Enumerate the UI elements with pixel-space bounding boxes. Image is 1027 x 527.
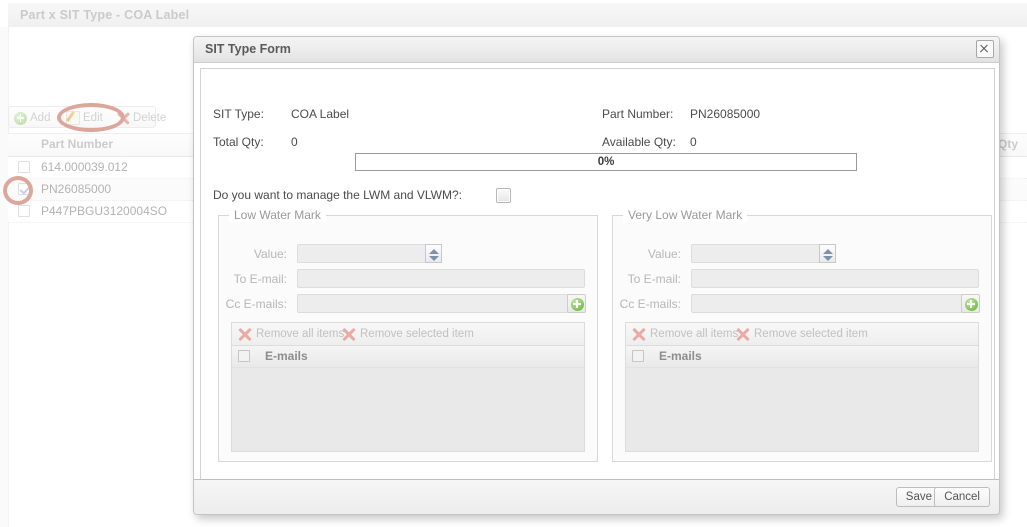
sit-type-form-dialog: SIT Type Form SIT Type: COA Label Total … xyxy=(193,36,1000,515)
vlwm-grid-body xyxy=(626,367,978,451)
lwm-column-header-emails: E-mails xyxy=(265,349,308,363)
progress-bar-label: 0% xyxy=(597,156,615,168)
remove-x-icon xyxy=(736,327,750,341)
vlwm-column-header-emails: E-mails xyxy=(659,349,702,363)
dialog-title: SIT Type Form xyxy=(205,42,291,56)
chevron-up-icon xyxy=(823,249,833,254)
total-qty-value: 0 xyxy=(291,135,298,149)
low-water-mark-fieldset: Low Water Mark Value: To E-mail: Cc E-ma… xyxy=(218,208,598,462)
very-low-water-mark-fieldset: Very Low Water Mark Value: To E-mail: Cc… xyxy=(612,208,992,462)
sit-type-value: COA Label xyxy=(291,107,350,121)
vlwm-remove-selected-label: Remove selected item xyxy=(754,328,868,340)
vlwm-remove-selected-item-button[interactable]: Remove selected item xyxy=(736,326,868,342)
vlwm-cc-emails-label: Cc E-mails: xyxy=(619,297,681,311)
lwm-value-stepper[interactable] xyxy=(425,244,442,263)
progress-bar: 0% xyxy=(355,153,857,171)
lwm-emails-grid: Remove all items Remove selected item E-… xyxy=(231,322,585,452)
lwm-to-email-input[interactable] xyxy=(297,269,585,288)
chevron-down-icon xyxy=(823,256,833,261)
vlwm-remove-all-label: Remove all items xyxy=(650,328,739,340)
remove-x-icon xyxy=(342,327,356,341)
lwm-value-input[interactable] xyxy=(297,244,442,263)
lwm-remove-all-items-button[interactable]: Remove all items xyxy=(238,326,344,342)
sit-type-label: SIT Type: xyxy=(213,107,264,121)
vlwm-value-input[interactable] xyxy=(691,244,836,263)
plus-icon xyxy=(570,297,584,311)
vlwm-to-email-input[interactable] xyxy=(691,269,979,288)
vlwm-remove-all-items-button[interactable]: Remove all items xyxy=(632,326,738,342)
lwm-cc-emails-input[interactable] xyxy=(297,294,585,313)
remove-x-icon xyxy=(238,327,252,341)
total-qty-label: Total Qty: xyxy=(213,135,264,149)
lwm-remove-all-label: Remove all items xyxy=(256,328,345,340)
vlwm-value-stepper[interactable] xyxy=(819,244,836,263)
chevron-down-icon xyxy=(429,256,439,261)
manage-lwm-vlwm-toggle[interactable] xyxy=(496,188,511,203)
vlwm-cc-emails-input[interactable] xyxy=(691,294,979,313)
lwm-remove-selected-label: Remove selected item xyxy=(360,328,474,340)
chevron-up-icon xyxy=(429,249,439,254)
lwm-grid-toolbar: Remove all items Remove selected item xyxy=(232,323,584,346)
lwm-add-cc-button[interactable] xyxy=(567,294,586,313)
dialog-footer: Save Cancel xyxy=(194,479,999,514)
plus-icon xyxy=(964,297,978,311)
remove-x-icon xyxy=(632,327,646,341)
lwm-remove-selected-item-button[interactable]: Remove selected item xyxy=(342,326,474,342)
vlwm-grid-header: E-mails xyxy=(626,346,978,368)
dialog-titlebar[interactable]: SIT Type Form xyxy=(194,37,999,63)
lwm-value-label: Value: xyxy=(253,247,287,261)
cancel-button[interactable]: Cancel xyxy=(934,487,990,507)
lwm-cc-emails-label: Cc E-mails: xyxy=(225,297,287,311)
lwm-grid-body xyxy=(232,367,584,451)
lwm-grid-header: E-mails xyxy=(232,346,584,368)
vlwm-value-label: Value: xyxy=(647,247,681,261)
close-icon[interactable] xyxy=(976,40,994,58)
available-qty-label: Available Qty: xyxy=(602,135,676,149)
vlwm-select-all-checkbox[interactable] xyxy=(632,350,644,365)
vlwm-grid-toolbar: Remove all items Remove selected item xyxy=(626,323,978,346)
dialog-body: SIT Type: COA Label Total Qty: 0 Part Nu… xyxy=(200,68,995,480)
lwm-select-all-checkbox[interactable] xyxy=(238,350,250,365)
vlwm-emails-grid: Remove all items Remove selected item E-… xyxy=(625,322,979,452)
available-qty-value: 0 xyxy=(690,135,697,149)
part-number-value: PN26085000 xyxy=(690,107,761,121)
lwm-to-email-label: To E-mail: xyxy=(233,272,287,286)
part-number-label: Part Number: xyxy=(602,107,674,121)
vlwm-add-cc-button[interactable] xyxy=(961,294,980,313)
manage-lwm-vlwm-question: Do you want to manage the LWM and VLWM?: xyxy=(213,188,463,202)
vlwm-to-email-label: To E-mail: xyxy=(627,272,681,286)
